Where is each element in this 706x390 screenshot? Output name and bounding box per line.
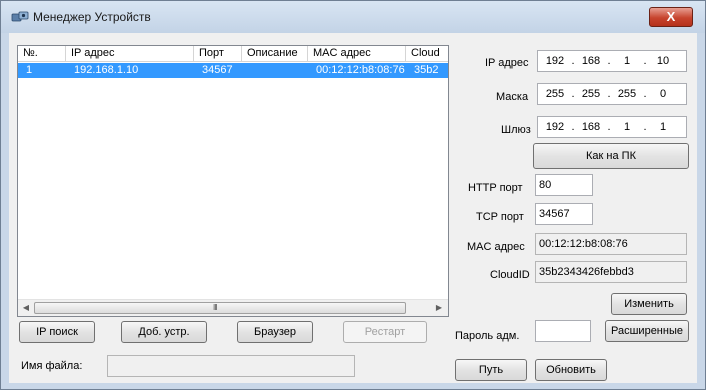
admin-password-label: Пароль адм. (455, 330, 520, 342)
horizontal-scrollbar[interactable]: ◀ III ▶ (18, 299, 448, 316)
admin-password-field[interactable] (535, 320, 591, 342)
tcp-port-label: TCP порт (476, 211, 524, 223)
gateway-field[interactable]: 192 . 168 . 1 . 1 (537, 116, 687, 138)
column-header-description[interactable]: Описание (242, 46, 308, 62)
http-port-label: HTTP порт (468, 182, 523, 194)
column-header-number[interactable]: №. (18, 46, 66, 62)
scroll-right-icon[interactable]: ▶ (432, 302, 446, 314)
column-header-ip[interactable]: IP адрес (66, 46, 194, 62)
filename-label: Имя файла: (21, 360, 83, 372)
advanced-button[interactable]: Расширенные (605, 320, 689, 342)
change-button[interactable]: Изменить (611, 293, 687, 315)
device-list[interactable]: №. IP адрес Порт Описание MAC адрес Clou… (17, 45, 449, 317)
restart-button[interactable]: Рестарт (343, 321, 427, 343)
cell-number: 1 (26, 64, 33, 76)
mac-address-label: MAC адрес (467, 241, 525, 253)
as-pc-button[interactable]: Как на ПК (533, 143, 689, 169)
mask-label: Маска (496, 91, 529, 103)
mask-field[interactable]: 255 . 255 . 255 . 0 (537, 83, 687, 105)
cloud-id-field[interactable]: 35b2343426febbd3 (535, 261, 687, 283)
cell-description (242, 63, 308, 78)
ip-octet-1: 192 (545, 55, 565, 67)
gateway-octet-2: 168 (581, 121, 601, 133)
refresh-button[interactable]: Обновить (535, 359, 607, 381)
cell-cloud: 35b2 (414, 64, 439, 76)
mask-octet-2: 255 (581, 88, 601, 100)
gateway-octet-4: 1 (659, 121, 667, 133)
scroll-left-icon[interactable]: ◀ (19, 302, 33, 314)
ip-address-field[interactable]: 192 . 168 . 1 . 10 (537, 50, 687, 72)
cell-ip: 192.168.1.10 (74, 64, 139, 76)
cell-port: 34567 (202, 64, 233, 76)
cloud-id-label: CloudID (490, 269, 530, 281)
scroll-grip: III (213, 303, 218, 312)
gateway-label: Шлюз (501, 124, 531, 136)
ip-octet-2: 168 (581, 55, 601, 67)
http-port-field[interactable]: 80 (535, 174, 593, 196)
mask-octet-1: 255 (545, 88, 565, 100)
close-button[interactable]: X (649, 7, 693, 27)
scroll-thumb[interactable]: III (34, 302, 406, 314)
table-row[interactable]: 1 192.168.1.10 34567 00:12:12:b8:08:76 3… (18, 63, 448, 78)
ip-address-label: IP адрес (485, 57, 529, 69)
tcp-port-field[interactable]: 34567 (535, 203, 593, 225)
path-button[interactable]: Путь (455, 359, 527, 381)
column-header-mac[interactable]: MAC адрес (308, 46, 406, 62)
filename-field[interactable] (107, 355, 355, 377)
browser-button[interactable]: Браузер (237, 321, 313, 343)
gateway-octet-3: 1 (623, 121, 631, 133)
mask-octet-4: 0 (659, 88, 667, 100)
title-bar[interactable]: Менеджер Устройств X (1, 1, 705, 33)
mask-octet-3: 255 (617, 88, 637, 100)
ip-octet-4: 10 (656, 55, 670, 67)
device-manager-window: Менеджер Устройств X №. IP адрес Порт Оп… (0, 0, 706, 390)
devices-icon (11, 11, 29, 22)
window-title: Менеджер Устройств (33, 10, 151, 24)
add-device-button[interactable]: Доб. устр. (121, 321, 207, 343)
column-header-cloud[interactable]: Cloud (406, 46, 448, 62)
gateway-octet-1: 192 (545, 121, 565, 133)
column-header-port[interactable]: Порт (194, 46, 242, 62)
list-header: №. IP адрес Порт Описание MAC адрес Clou… (18, 46, 448, 62)
mac-address-field[interactable]: 00:12:12:b8:08:76 (535, 233, 687, 255)
cell-mac: 00:12:12:b8:08:76 (316, 64, 405, 76)
ip-octet-3: 1 (623, 55, 631, 67)
client-area: №. IP адрес Порт Описание MAC адрес Clou… (9, 33, 697, 383)
ip-search-button[interactable]: IP поиск (19, 321, 95, 343)
